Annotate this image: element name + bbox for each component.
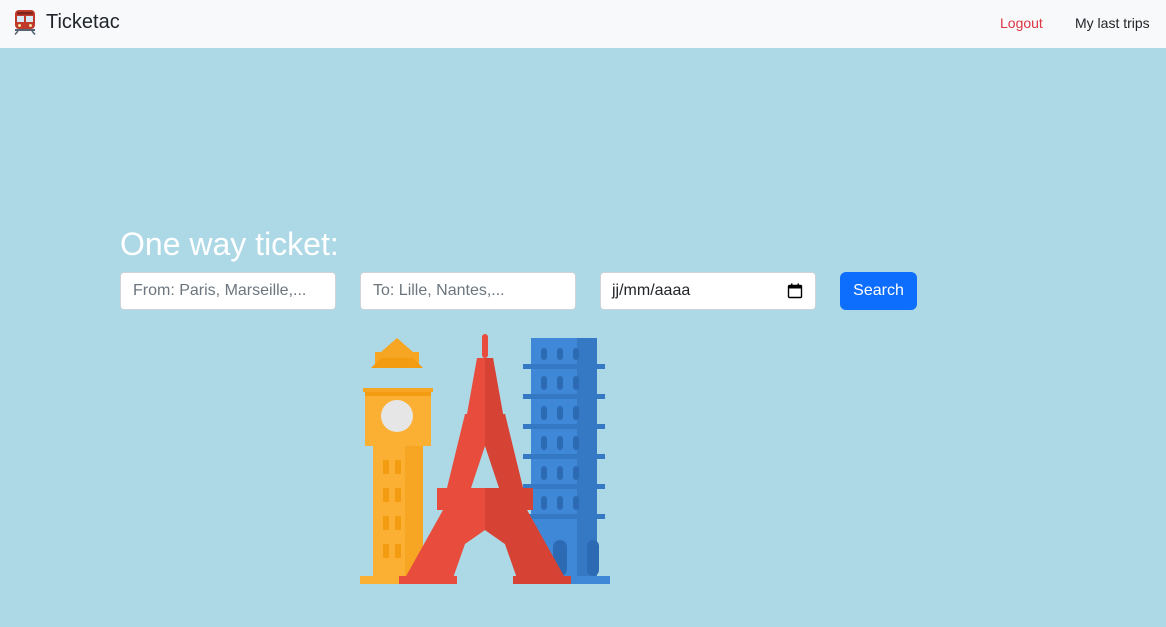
calendar-icon[interactable] <box>787 283 803 299</box>
landmarks-illustration <box>360 334 610 584</box>
from-input[interactable] <box>120 272 336 310</box>
big-ben-icon <box>360 338 433 584</box>
brand-name: Ticketac <box>46 10 120 33</box>
my-last-trips-link[interactable]: My last trips <box>1075 15 1150 31</box>
page-title: One way ticket: <box>120 226 339 262</box>
navbar: Ticketac Logout My last trips <box>0 0 1166 48</box>
brand-link[interactable]: Ticketac <box>12 9 120 35</box>
to-input[interactable] <box>360 272 576 310</box>
train-icon <box>14 10 36 35</box>
date-placeholder: jj/mm/aaaa <box>612 282 691 299</box>
date-input[interactable]: jj/mm/aaaa <box>600 272 816 310</box>
logout-link[interactable]: Logout <box>1000 15 1043 31</box>
search-button[interactable]: Search <box>840 272 917 310</box>
